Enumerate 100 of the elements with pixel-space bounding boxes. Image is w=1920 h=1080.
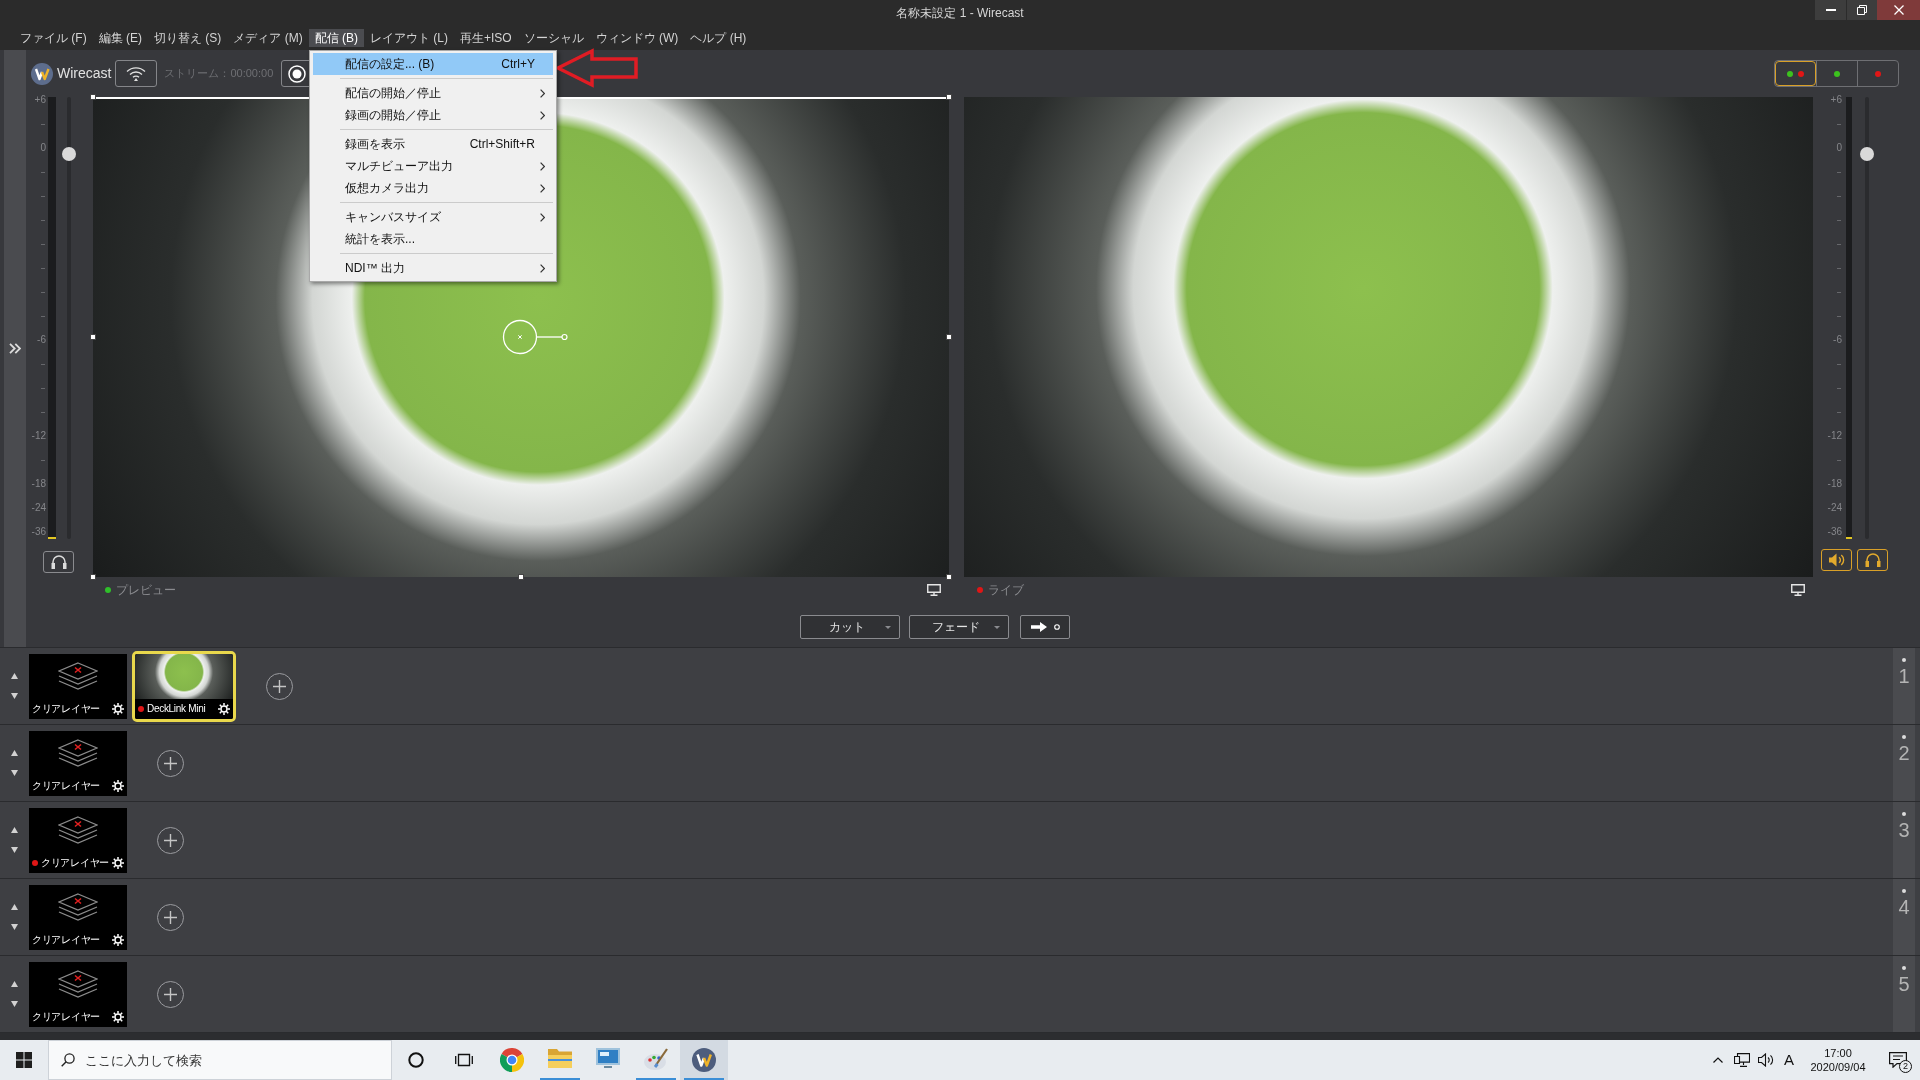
restore-button[interactable] bbox=[1846, 0, 1877, 20]
settings-icon[interactable] bbox=[112, 1010, 124, 1023]
start-icon[interactable] bbox=[16, 1052, 32, 1068]
menu-item[interactable]: 切り替え (S) bbox=[148, 29, 228, 47]
layer-tab[interactable]: 1 bbox=[1893, 648, 1915, 724]
chevron-right-icon bbox=[540, 88, 545, 98]
layout-mode-button[interactable] bbox=[1775, 61, 1816, 86]
tick-mark bbox=[41, 315, 45, 317]
search-input[interactable]: ここに入力して検索 bbox=[85, 1048, 385, 1072]
menu-item[interactable]: 録画の開始／停止 bbox=[313, 104, 553, 126]
transition-go-button[interactable] bbox=[1020, 615, 1070, 639]
resize-handle[interactable] bbox=[90, 334, 96, 340]
search-icon bbox=[61, 1053, 75, 1067]
move-up-icon[interactable] bbox=[11, 827, 18, 833]
layer-tab[interactable]: 5 bbox=[1893, 956, 1915, 1032]
settings-icon[interactable] bbox=[218, 702, 230, 715]
transition-dropdown[interactable]: フェード bbox=[909, 615, 1009, 639]
settings-icon[interactable] bbox=[112, 933, 124, 946]
menu-item[interactable]: レイアウト (L) bbox=[364, 29, 454, 47]
side-panel-toggle[interactable] bbox=[4, 50, 26, 647]
shot-card[interactable]: クリアレイヤー bbox=[29, 961, 127, 1027]
plus-icon bbox=[273, 679, 286, 693]
menu-item[interactable]: 編集 (E) bbox=[92, 29, 148, 47]
settings-icon[interactable] bbox=[112, 702, 124, 715]
volume-icon[interactable] bbox=[1758, 1053, 1774, 1067]
taskbar-app-button[interactable] bbox=[680, 1040, 728, 1080]
shot-label: DeckLink Mini bbox=[147, 702, 206, 715]
resize-handle[interactable] bbox=[518, 574, 524, 580]
menu-item[interactable]: キャンバスサイズ bbox=[313, 206, 553, 228]
volume-slider[interactable] bbox=[1860, 97, 1874, 539]
notification-icon[interactable] bbox=[1889, 1052, 1907, 1068]
menu-item[interactable]: 仮想カメラ出力 bbox=[313, 177, 553, 199]
app-name: Wirecast bbox=[57, 64, 112, 83]
menu-item[interactable]: メディア (M) bbox=[227, 29, 309, 47]
menu-item[interactable]: 配信 (B) bbox=[308, 29, 364, 47]
circle-icon[interactable] bbox=[408, 1052, 424, 1068]
clock-date[interactable]: 2020/09/04 bbox=[1810, 1060, 1866, 1074]
close-icon bbox=[1893, 5, 1904, 15]
monitor-icon[interactable] bbox=[1791, 584, 1805, 596]
menu-item[interactable]: 統計を表示... bbox=[313, 228, 553, 250]
menu-item[interactable]: ファイル (F) bbox=[14, 29, 93, 47]
shot-card[interactable]: クリアレイヤー bbox=[29, 653, 127, 719]
volume-slider[interactable] bbox=[62, 97, 76, 539]
layer-tab[interactable]: 4 bbox=[1893, 879, 1915, 955]
shot-card[interactable]: クリアレイヤー bbox=[29, 807, 127, 873]
menu-item[interactable]: 再生+ISO bbox=[454, 29, 518, 47]
settings-icon[interactable] bbox=[112, 779, 124, 792]
headphones-button[interactable] bbox=[1857, 549, 1888, 571]
task-view-icon[interactable] bbox=[455, 1052, 473, 1068]
move-up-icon[interactable] bbox=[11, 673, 18, 679]
menu-item[interactable]: 配信の設定... (B) Ctrl+Y bbox=[313, 53, 553, 75]
shot-card[interactable]: クリアレイヤー bbox=[29, 730, 127, 796]
meter-scale-label: -36 bbox=[1827, 526, 1842, 538]
headphones-button[interactable] bbox=[43, 551, 74, 573]
move-up-icon[interactable] bbox=[11, 750, 18, 756]
move-down-icon[interactable] bbox=[11, 1001, 18, 1007]
clock-time[interactable]: 17:00 bbox=[1824, 1046, 1852, 1060]
chevron-right-icon bbox=[540, 161, 545, 171]
monitor-icon[interactable] bbox=[927, 584, 941, 596]
minimize-button[interactable] bbox=[1815, 0, 1846, 20]
resize-handle[interactable] bbox=[946, 334, 952, 340]
chevron-up-icon[interactable] bbox=[1713, 1057, 1723, 1063]
menu-item[interactable]: 配信の開始／停止 bbox=[313, 82, 553, 104]
layer-tab[interactable]: 3 bbox=[1893, 802, 1915, 878]
move-down-icon[interactable] bbox=[11, 847, 18, 853]
resize-handle[interactable] bbox=[946, 574, 952, 580]
layer-tab[interactable]: 2 bbox=[1893, 725, 1915, 801]
move-down-icon[interactable] bbox=[11, 770, 18, 776]
slider-thumb[interactable] bbox=[62, 147, 76, 162]
transform-handle[interactable] bbox=[502, 319, 568, 355]
tick-mark bbox=[41, 459, 45, 461]
menu-item[interactable]: ソーシャル bbox=[517, 29, 590, 47]
network-icon[interactable] bbox=[1734, 1053, 1750, 1067]
resize-handle[interactable] bbox=[90, 94, 96, 100]
resize-handle[interactable] bbox=[90, 574, 96, 580]
transition-dropdown[interactable]: カット bbox=[800, 615, 900, 639]
move-up-icon[interactable] bbox=[11, 904, 18, 910]
move-down-icon[interactable] bbox=[11, 924, 18, 930]
tick-mark bbox=[41, 387, 45, 389]
move-up-icon[interactable] bbox=[11, 981, 18, 987]
move-down-icon[interactable] bbox=[11, 693, 18, 699]
menu-item[interactable]: ヘルプ (H) bbox=[684, 29, 753, 47]
slider-thumb[interactable] bbox=[1860, 147, 1874, 162]
menu-item[interactable]: 録画を表示 Ctrl+Shift+R bbox=[313, 133, 553, 155]
menu-item[interactable]: ウィンドウ (W) bbox=[589, 29, 685, 47]
dot-icon bbox=[1902, 812, 1906, 816]
shot-label: クリアレイヤー bbox=[32, 702, 100, 715]
stream-button[interactable] bbox=[115, 60, 158, 87]
speaker-button[interactable] bbox=[1821, 549, 1852, 571]
search-field[interactable]: ここに入力して検索 bbox=[48, 1040, 392, 1080]
menu-item[interactable]: NDI™ 出力 bbox=[313, 257, 553, 279]
circle-icon bbox=[1053, 624, 1060, 630]
shot-label: クリアレイヤー bbox=[32, 1010, 100, 1023]
ime-indicator[interactable]: A bbox=[1778, 1048, 1800, 1072]
shot-card[interactable]: クリアレイヤー bbox=[29, 884, 127, 950]
shot-card[interactable]: DeckLink Mini bbox=[132, 650, 236, 722]
menu-item[interactable]: マルチビューア出力 bbox=[313, 155, 553, 177]
resize-handle[interactable] bbox=[946, 94, 952, 100]
clear-layer-icon bbox=[58, 816, 98, 844]
settings-icon[interactable] bbox=[112, 856, 124, 869]
